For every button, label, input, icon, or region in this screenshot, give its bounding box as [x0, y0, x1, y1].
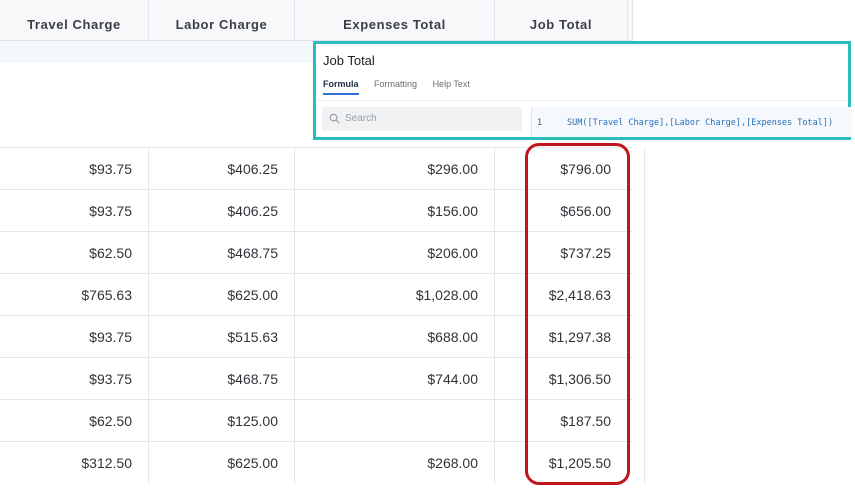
- cell-job-total[interactable]: $656.00: [495, 190, 628, 232]
- cell-labor-charge[interactable]: $625.00: [149, 274, 295, 316]
- cell-expenses-total[interactable]: $156.00: [295, 190, 495, 232]
- cell-spacer: [628, 358, 645, 400]
- table-row[interactable]: $765.63 $625.00 $1,028.00 $2,418.63: [0, 273, 645, 316]
- line-number: 1: [537, 118, 543, 128]
- cell-travel-charge[interactable]: $62.50: [0, 400, 149, 442]
- cell-labor-charge[interactable]: $625.00: [149, 442, 295, 484]
- cell-labor-charge[interactable]: $406.25: [149, 148, 295, 190]
- search-input[interactable]: Search: [322, 107, 522, 131]
- cell-travel-charge[interactable]: $312.50: [0, 442, 149, 484]
- cell-expenses-total[interactable]: $206.00: [295, 232, 495, 274]
- formula-expression[interactable]: SUM([Travel Charge],[Labor Charge],[Expe…: [567, 118, 833, 128]
- table-row[interactable]: $93.75 $406.25 $296.00 $796.00: [0, 147, 645, 190]
- formula-editor[interactable]: 1 SUM([Travel Charge],[Labor Charge],[Ex…: [531, 107, 852, 137]
- panel-title: Job Total: [323, 53, 375, 68]
- cell-labor-charge[interactable]: $125.00: [149, 400, 295, 442]
- cell-spacer: [628, 190, 645, 232]
- cell-expenses-total[interactable]: $688.00: [295, 316, 495, 358]
- tab-formatting[interactable]: Formatting: [374, 79, 417, 93]
- cell-travel-charge[interactable]: $62.50: [0, 232, 149, 274]
- cell-spacer: [628, 274, 645, 316]
- search-icon: [329, 113, 340, 124]
- column-header-labor-charge[interactable]: Labor Charge: [149, 0, 295, 40]
- column-header-job-total[interactable]: Job Total: [495, 0, 628, 40]
- cell-travel-charge[interactable]: $93.75: [0, 148, 149, 190]
- column-header-spacer: [628, 0, 633, 40]
- cell-expenses-total[interactable]: $296.00: [295, 148, 495, 190]
- formula-panel: Job Total Formula Formatting Help Text S…: [313, 41, 852, 140]
- table-row[interactable]: $62.50 $125.00 $187.50: [0, 399, 645, 442]
- table-row[interactable]: $312.50 $625.00 $268.00 $1,205.50: [0, 441, 645, 484]
- cell-job-total[interactable]: $1,306.50: [495, 358, 628, 400]
- cell-spacer: [628, 232, 645, 274]
- column-header-travel-charge[interactable]: Travel Charge: [0, 0, 149, 40]
- cell-job-total[interactable]: $187.50: [495, 400, 628, 442]
- cell-expenses-total[interactable]: $1,028.00: [295, 274, 495, 316]
- cell-spacer: [628, 316, 645, 358]
- tab-help-text[interactable]: Help Text: [433, 79, 470, 93]
- table-row[interactable]: $93.75 $515.63 $688.00 $1,297.38: [0, 315, 645, 358]
- tab-formula[interactable]: Formula: [323, 79, 359, 95]
- table-row[interactable]: $93.75 $468.75 $744.00 $1,306.50: [0, 357, 645, 400]
- panel-divider: [316, 100, 848, 101]
- cell-labor-charge[interactable]: $515.63: [149, 316, 295, 358]
- cell-job-total[interactable]: $2,418.63: [495, 274, 628, 316]
- cell-spacer: [628, 442, 645, 484]
- panel-tabs: Formula Formatting Help Text: [323, 79, 483, 95]
- cell-expenses-total[interactable]: $744.00: [295, 358, 495, 400]
- table-row[interactable]: $62.50 $468.75 $206.00 $737.25: [0, 231, 645, 274]
- cell-travel-charge[interactable]: $93.75: [0, 190, 149, 232]
- cell-labor-charge[interactable]: $406.25: [149, 190, 295, 232]
- cell-spacer: [628, 148, 645, 190]
- cell-job-total[interactable]: $1,205.50: [495, 442, 628, 484]
- cell-travel-charge[interactable]: $765.63: [0, 274, 149, 316]
- cell-travel-charge[interactable]: $93.75: [0, 316, 149, 358]
- cell-labor-charge[interactable]: $468.75: [149, 232, 295, 274]
- cell-travel-charge[interactable]: $93.75: [0, 358, 149, 400]
- cell-spacer: [628, 400, 645, 442]
- cell-labor-charge[interactable]: $468.75: [149, 358, 295, 400]
- cell-job-total[interactable]: $796.00: [495, 148, 628, 190]
- cell-expenses-total[interactable]: [295, 400, 495, 442]
- cell-job-total[interactable]: $737.25: [495, 232, 628, 274]
- search-placeholder: Search: [345, 113, 377, 124]
- column-header-expenses-total[interactable]: Expenses Total: [295, 0, 495, 40]
- cell-job-total[interactable]: $1,297.38: [495, 316, 628, 358]
- table-row[interactable]: $93.75 $406.25 $156.00 $656.00: [0, 189, 645, 232]
- grid-header: Travel Charge Labor Charge Expenses Tota…: [0, 0, 633, 41]
- cell-expenses-total[interactable]: $268.00: [295, 442, 495, 484]
